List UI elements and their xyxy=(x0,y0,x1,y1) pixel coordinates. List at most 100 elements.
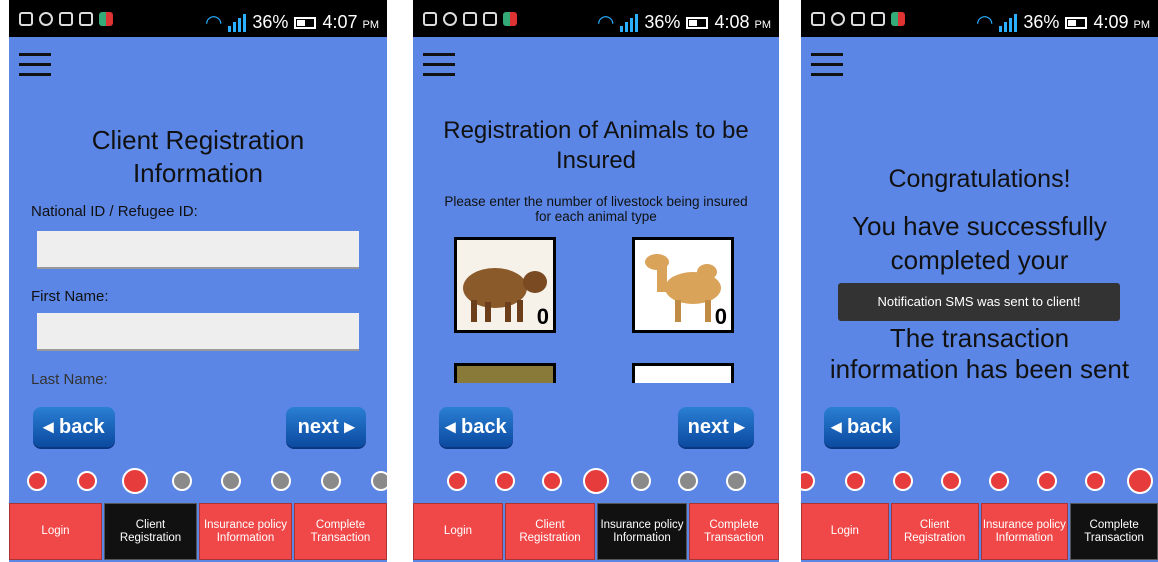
tab-client-registration[interactable]: Client Registration xyxy=(890,503,979,560)
signal-icon xyxy=(999,13,1018,32)
app-content: Congratulations! You have successfully c… xyxy=(801,37,1158,562)
notification-icon xyxy=(871,12,885,26)
bottom-tab-bar: Login Client Registration Insurance poli… xyxy=(413,503,779,560)
battery-icon xyxy=(294,16,317,29)
battery-percent: 36% xyxy=(644,12,681,32)
progress-dot xyxy=(495,471,515,491)
hamburger-menu-icon[interactable] xyxy=(811,53,843,77)
wifi-icon: ◠ xyxy=(204,12,223,34)
animal-card-partial[interactable] xyxy=(632,363,734,383)
progress-dot xyxy=(447,471,467,491)
phone-screen-client-registration: ◠ 36% 4:07 PM Client Registration Inform… xyxy=(9,0,387,562)
app-icon xyxy=(891,12,905,26)
back-button[interactable]: ◂ back xyxy=(33,407,115,447)
back-button[interactable]: ◂ back xyxy=(439,407,513,447)
progress-dot xyxy=(77,471,97,491)
progress-dot xyxy=(726,471,746,491)
last-name-label: Last Name: xyxy=(31,371,108,388)
page-title: Registration of Animals to be Insured xyxy=(443,117,749,174)
progress-dot xyxy=(678,471,698,491)
clock: 4:09 PM xyxy=(1093,12,1150,32)
progress-dot xyxy=(941,471,961,491)
progress-dot xyxy=(542,471,562,491)
battery-percent: 36% xyxy=(1023,12,1060,32)
tab-insurance-policy-information[interactable]: Insurance policy Information xyxy=(980,503,1069,560)
sms-notification-toast: Notification SMS was sent to client! xyxy=(838,283,1120,321)
notification-icon xyxy=(851,12,865,26)
animal-card-partial[interactable] xyxy=(454,363,556,383)
progress-dot xyxy=(989,471,1009,491)
camel-count[interactable]: 0 xyxy=(715,304,727,330)
gallery-icon xyxy=(19,12,33,26)
progress-dot xyxy=(1037,471,1057,491)
tab-complete-transaction[interactable]: Complete Transaction xyxy=(294,503,387,560)
phone-screen-complete-transaction: ◠ 36% 4:09 PM Congratulations! You have … xyxy=(801,0,1158,562)
voicemail-icon xyxy=(39,12,53,26)
gallery-icon xyxy=(811,12,825,26)
transaction-info-message: The transaction information has been sen… xyxy=(829,323,1130,384)
notification-icon xyxy=(483,12,497,26)
progress-dot xyxy=(893,471,913,491)
app-content: Client Registration Information National… xyxy=(9,37,387,562)
tab-login[interactable]: Login xyxy=(801,503,889,560)
national-id-label: National ID / Refugee ID: xyxy=(31,203,198,220)
first-name-input[interactable] xyxy=(37,313,359,351)
back-button[interactable]: ◂ back xyxy=(824,407,900,447)
tab-insurance-policy-information[interactable]: Insurance policy Information xyxy=(597,503,687,560)
national-id-input[interactable] xyxy=(37,231,359,269)
app-icon xyxy=(503,12,517,26)
tab-complete-transaction[interactable]: Complete Transaction xyxy=(689,503,779,560)
wifi-icon: ◠ xyxy=(596,12,615,34)
tab-login[interactable]: Login xyxy=(9,503,102,560)
progress-dots xyxy=(801,468,1158,499)
app-icon xyxy=(99,12,113,26)
tab-complete-transaction[interactable]: Complete Transaction xyxy=(1070,503,1158,560)
first-name-label: First Name: xyxy=(31,288,109,305)
progress-dot xyxy=(371,471,387,491)
battery-percent: 36% xyxy=(252,12,289,32)
tab-client-registration[interactable]: Client Registration xyxy=(104,503,197,560)
progress-dot xyxy=(172,471,192,491)
progress-dot xyxy=(221,471,241,491)
progress-dot xyxy=(1085,471,1105,491)
congratulations-heading: Congratulations! xyxy=(888,165,1071,193)
signal-icon xyxy=(620,13,639,32)
progress-dots xyxy=(9,468,387,499)
phone-screen-animal-registration: ◠ 36% 4:08 PM Registration of Animals to… xyxy=(413,0,779,562)
tab-insurance-policy-information[interactable]: Insurance policy Information xyxy=(199,503,292,560)
next-button[interactable]: next ▸ xyxy=(286,407,366,447)
cow-count[interactable]: 0 xyxy=(537,304,549,330)
bottom-tab-bar: Login Client Registration Insurance poli… xyxy=(9,503,387,560)
wifi-icon: ◠ xyxy=(975,12,994,34)
gallery-icon xyxy=(423,12,437,26)
progress-dot xyxy=(801,471,815,491)
voicemail-icon xyxy=(443,12,457,26)
progress-dot xyxy=(845,471,865,491)
signal-icon xyxy=(228,13,247,32)
hamburger-menu-icon[interactable] xyxy=(19,53,51,77)
notification-icon xyxy=(59,12,73,26)
progress-dot-current xyxy=(1127,468,1153,494)
animal-card-camel[interactable]: 0 xyxy=(632,237,734,333)
clock: 4:07 PM xyxy=(322,12,379,32)
page-title: Client Registration Information xyxy=(91,125,305,188)
success-message: You have successfully completed your xyxy=(852,211,1107,275)
battery-icon xyxy=(1065,16,1088,29)
battery-icon xyxy=(686,16,709,29)
notification-icon xyxy=(79,12,93,26)
app-content: Registration of Animals to be Insured Pl… xyxy=(413,37,779,562)
tab-login[interactable]: Login xyxy=(413,503,503,560)
hamburger-menu-icon[interactable] xyxy=(423,53,455,77)
progress-dots xyxy=(413,468,779,499)
progress-dot xyxy=(631,471,651,491)
clock: 4:08 PM xyxy=(714,12,771,32)
bottom-tab-bar: Login Client Registration Insurance poli… xyxy=(801,503,1158,560)
voicemail-icon xyxy=(831,12,845,26)
progress-dot-current xyxy=(122,468,148,494)
progress-dot xyxy=(271,471,291,491)
tab-client-registration[interactable]: Client Registration xyxy=(505,503,595,560)
progress-dot-current xyxy=(583,468,609,494)
animal-card-cow[interactable]: 0 xyxy=(454,237,556,333)
next-button[interactable]: next ▸ xyxy=(678,407,754,447)
instruction-text: Please enter the number of livestock bei… xyxy=(444,194,748,224)
